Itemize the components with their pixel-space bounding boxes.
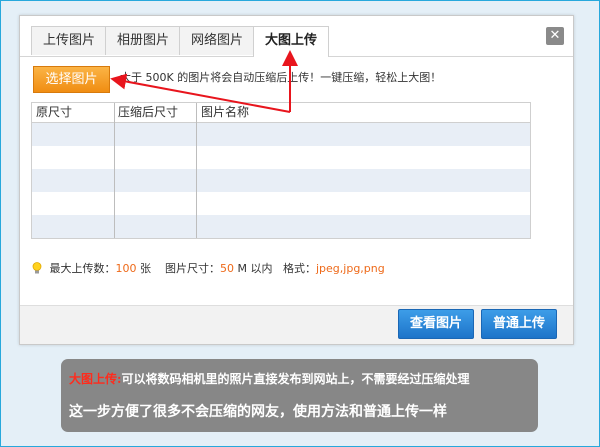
table-header: 原尺寸 压缩后尺寸 图片名称 xyxy=(32,103,530,123)
lightbulb-icon xyxy=(32,262,42,274)
column-divider xyxy=(114,103,115,238)
table-row xyxy=(32,123,530,146)
close-icon[interactable]: ✕ xyxy=(546,27,564,45)
caption-highlight: 大图上传: xyxy=(69,372,122,386)
caption-line-1-text: 可以将数码相机里的照片直接发布到网站上，不需要经过压缩处理 xyxy=(121,372,470,386)
table-row xyxy=(32,215,530,238)
upload-dialog: 上传图片 相册图片 网络图片 大图上传 ✕ 选择图片 大于 500K 的图片将会… xyxy=(19,15,574,345)
size-unit: M 以内 xyxy=(237,262,273,275)
max-count-label: 最大上传数： xyxy=(49,262,116,275)
tab-web-image[interactable]: 网络图片 xyxy=(179,26,255,55)
table-row xyxy=(32,192,530,215)
choose-image-button[interactable]: 选择图片 xyxy=(33,66,110,93)
caption-line-1: 大图上传:可以将数码相机里的照片直接发布到网站上，不需要经过压缩处理 xyxy=(69,370,469,387)
table-row xyxy=(32,169,530,192)
max-count-unit: 张 xyxy=(140,262,151,275)
file-table: 原尺寸 压缩后尺寸 图片名称 xyxy=(31,102,531,239)
column-image-name: 图片名称 xyxy=(201,105,250,119)
column-original-size: 原尺寸 xyxy=(36,105,73,119)
max-count-value: 100 xyxy=(115,262,137,275)
tab-large-upload[interactable]: 大图上传 xyxy=(253,26,329,57)
column-compressed-size: 压缩后尺寸 xyxy=(118,105,179,119)
column-divider xyxy=(196,103,197,238)
caption-line-2: 这一步方便了很多不会压缩的网友，使用方法和普通上传一样 xyxy=(69,404,447,420)
upload-limits: 最大上传数：100 张 图片尺寸：50 M 以内 格式：jpeg,jpg,png xyxy=(32,260,385,276)
format-value: jpeg,jpg,png xyxy=(316,262,385,275)
normal-upload-button[interactable]: 普通上传 xyxy=(481,309,557,339)
view-images-button[interactable]: 查看图片 xyxy=(398,309,474,339)
tab-upload-image[interactable]: 上传图片 xyxy=(31,26,107,55)
size-label: 图片尺寸： xyxy=(165,262,220,275)
compress-hint: 大于 500K 的图片将会自动压缩后上传！一键压缩，轻松上大图！ xyxy=(120,71,442,84)
caption-box: 大图上传:可以将数码相机里的照片直接发布到网站上，不需要经过压缩处理 这一步方便… xyxy=(61,359,538,432)
size-value: 50 xyxy=(220,262,234,275)
tab-bar: 上传图片 相册图片 网络图片 大图上传 xyxy=(20,16,573,57)
table-row xyxy=(32,146,530,169)
format-label: 格式： xyxy=(283,262,316,275)
tab-album-image[interactable]: 相册图片 xyxy=(105,26,181,55)
